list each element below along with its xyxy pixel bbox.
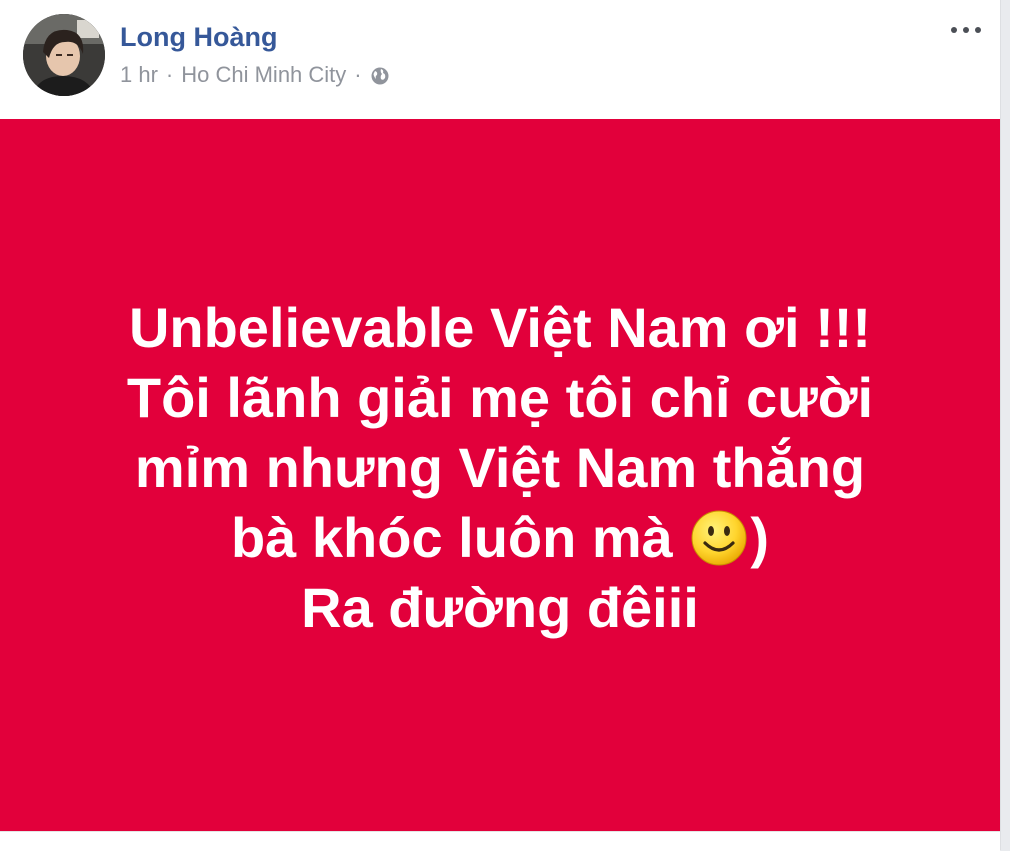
post-header: Long Hoàng 1 hr · Ho Chi Minh City · bbox=[0, 0, 1000, 118]
status-line: Unbelievable Việt Nam ơi !!! bbox=[128, 296, 872, 359]
meta-separator: · bbox=[354, 62, 362, 87]
post-content-background: Unbelievable Việt Nam ơi !!! Tôi lãnh gi… bbox=[0, 119, 1000, 831]
feed-post: Long Hoàng 1 hr · Ho Chi Minh City · Unb… bbox=[0, 0, 1001, 851]
status-line: Tôi lãnh giải mẹ tôi chỉ cười bbox=[126, 366, 874, 429]
status-line: mỉm nhưng Việt Nam thắng bbox=[134, 436, 866, 499]
post-time[interactable]: 1 hr bbox=[120, 62, 158, 88]
status-line-text: bà khóc luôn mà bbox=[230, 506, 689, 569]
more-options-button[interactable] bbox=[946, 18, 986, 42]
smile-emoji-icon bbox=[690, 509, 748, 567]
avatar[interactable] bbox=[23, 14, 105, 96]
post-footer bbox=[0, 831, 1000, 851]
avatar-image bbox=[23, 14, 105, 96]
status-line: Ra đường đêiii bbox=[301, 576, 699, 639]
globe-icon[interactable] bbox=[370, 66, 390, 86]
author-name[interactable]: Long Hoàng bbox=[120, 22, 277, 53]
status-line-text: ) bbox=[750, 506, 770, 569]
more-options-icon bbox=[951, 27, 981, 33]
meta-separator: · bbox=[165, 62, 174, 87]
status-line: bà khóc luôn mà ) bbox=[50, 503, 950, 573]
post-status-text: Unbelievable Việt Nam ơi !!! Tôi lãnh gi… bbox=[50, 293, 950, 643]
post-location[interactable]: Ho Chi Minh City bbox=[181, 62, 346, 88]
post-meta: 1 hr · Ho Chi Minh City · bbox=[120, 62, 390, 88]
